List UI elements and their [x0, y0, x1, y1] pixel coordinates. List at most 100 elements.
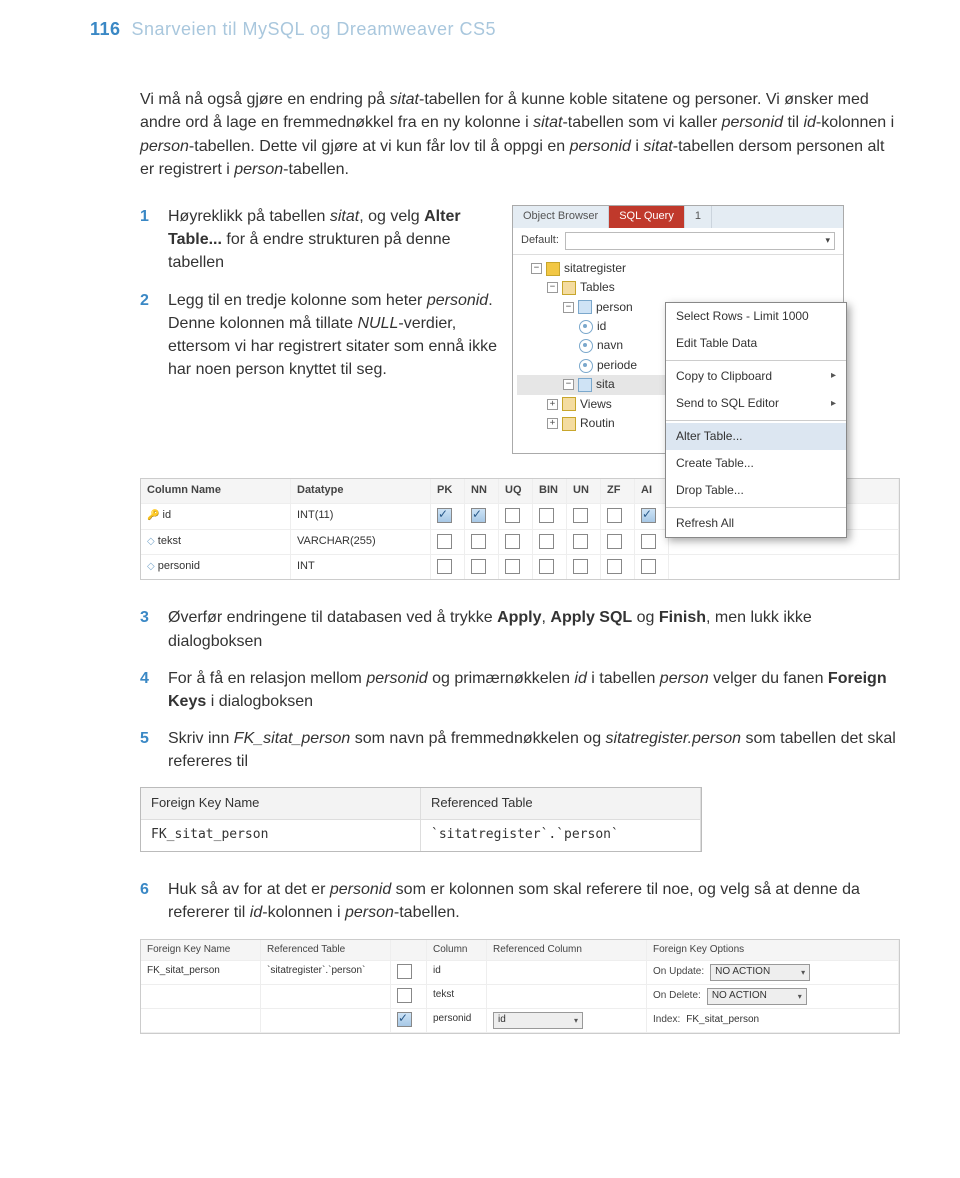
- text: i tabellen: [587, 670, 660, 687]
- fkw-refcol-cell: [487, 961, 647, 985]
- checkbox-pk[interactable]: [437, 534, 452, 549]
- checkbox-uq[interactable]: [505, 508, 520, 523]
- default-cell[interactable]: [669, 555, 899, 579]
- checkbox-ai[interactable]: [641, 559, 656, 574]
- fk-name-cell[interactable]: FK_sitat_person: [141, 820, 421, 851]
- tab-col-number: 1: [685, 206, 712, 228]
- page-header: 116 Snarveien til MySQL og Dreamweaver C…: [0, 0, 960, 72]
- bold: Apply: [497, 609, 541, 626]
- checkbox-pk[interactable]: [437, 559, 452, 574]
- on-delete-dropdown[interactable]: NO ACTION▾: [707, 988, 807, 1005]
- value: NO ACTION: [712, 989, 767, 1004]
- tab-sql-query[interactable]: SQL Query: [609, 206, 685, 228]
- key-icon: 🔑: [147, 510, 159, 521]
- step-5: 5 Skriv inn FK_sitat_person som navn på …: [140, 727, 900, 773]
- default-schema-dropdown[interactable]: ▾: [565, 232, 835, 250]
- menu-drop-table[interactable]: Drop Table...: [666, 477, 846, 504]
- checkbox-bin[interactable]: [539, 508, 554, 523]
- fkw-header-fkopts: Foreign Key Options: [647, 940, 899, 962]
- checkbox-uq[interactable]: [505, 559, 520, 574]
- fkw-reftable[interactable]: `sitatregister`.`person`: [261, 961, 391, 985]
- menu-create-table[interactable]: Create Table...: [666, 450, 846, 477]
- checkbox-col-id[interactable]: [397, 964, 412, 979]
- value: id: [498, 1013, 506, 1028]
- checkbox-un[interactable]: [573, 559, 588, 574]
- text: Skriv inn: [168, 730, 234, 747]
- checkbox-nn[interactable]: [471, 508, 486, 523]
- intro-paragraph: Vi må nå også gjøre en endring på sitat -…: [140, 88, 900, 181]
- folder-icon: [562, 397, 576, 411]
- fk-reftable-cell[interactable]: `sitatregister`.`person`: [421, 820, 701, 851]
- text: -tabellen.: [283, 161, 349, 178]
- checkbox-zf[interactable]: [607, 559, 622, 574]
- cell: [261, 1009, 391, 1033]
- on-delete-label: On Delete:: [653, 989, 701, 1004]
- label: sita: [596, 376, 615, 393]
- collapse-icon[interactable]: [563, 302, 574, 313]
- menu-refresh-all[interactable]: Refresh All: [666, 510, 846, 537]
- table-icon: [578, 378, 592, 392]
- collapse-icon[interactable]: [531, 263, 542, 274]
- text: Høyreklikk på tabellen: [168, 208, 330, 225]
- em: sitat: [533, 114, 562, 131]
- fk-wide-grid: Foreign Key Name Referenced Table Column…: [140, 939, 900, 1035]
- on-update-dropdown[interactable]: NO ACTION▾: [710, 964, 810, 981]
- expand-icon[interactable]: [547, 399, 558, 410]
- fk-simple-grid: Foreign Key Name Referenced Table FK_sit…: [140, 787, 702, 852]
- menu-separator: [666, 507, 846, 508]
- menu-send-sql-editor[interactable]: Send to SQL Editor: [666, 390, 846, 417]
- menu-copy-clipboard[interactable]: Copy to Clipboard: [666, 363, 846, 390]
- text: i dialogboksen: [206, 693, 313, 710]
- step-number: 2: [140, 289, 149, 312]
- checkbox-zf[interactable]: [607, 508, 622, 523]
- tab-object-browser[interactable]: Object Browser: [513, 206, 609, 228]
- em: person: [140, 138, 189, 155]
- checkbox-ai[interactable]: [641, 508, 656, 523]
- checkbox-un[interactable]: [573, 534, 588, 549]
- text: i: [631, 138, 643, 155]
- column-icon: ◇: [147, 561, 155, 572]
- checkbox-zf[interactable]: [607, 534, 622, 549]
- col-header: PK: [431, 479, 465, 503]
- column-row[interactable]: ◇ personid INT: [141, 554, 899, 579]
- label: Tables: [580, 279, 615, 296]
- menu-alter-table[interactable]: Alter Table...: [666, 423, 846, 450]
- menu-separator: [666, 420, 846, 421]
- refcol-dropdown[interactable]: id▾: [493, 1012, 583, 1029]
- em: sitat: [643, 138, 672, 155]
- menu-edit-table-data[interactable]: Edit Table Data: [666, 330, 846, 357]
- page-number: 116: [90, 19, 121, 39]
- checkbox-col-tekst[interactable]: [397, 988, 412, 1003]
- col-header: ZF: [601, 479, 635, 503]
- collapse-icon[interactable]: [547, 282, 558, 293]
- col-header: UN: [567, 479, 601, 503]
- step-number: 6: [140, 878, 149, 901]
- expand-icon[interactable]: [547, 418, 558, 429]
- checkbox-bin[interactable]: [539, 534, 554, 549]
- collapse-icon[interactable]: [563, 379, 574, 390]
- col-header: UQ: [499, 479, 533, 503]
- em: person: [660, 670, 709, 687]
- checkbox-ai[interactable]: [641, 534, 656, 549]
- step-number: 1: [140, 205, 149, 228]
- bold: Finish: [659, 609, 706, 626]
- checkbox-pk[interactable]: [437, 508, 452, 523]
- step-number: 3: [140, 606, 149, 629]
- em: sitat: [390, 91, 419, 108]
- cell: [141, 1009, 261, 1033]
- fkw-header-refcol: Referenced Column: [487, 940, 647, 962]
- checkbox-nn[interactable]: [471, 534, 486, 549]
- tree-tables-folder[interactable]: Tables: [517, 278, 839, 297]
- fkw-header-chk: [391, 940, 427, 962]
- checkbox-uq[interactable]: [505, 534, 520, 549]
- fkw-fkname[interactable]: FK_sitat_person: [141, 961, 261, 985]
- em: NULL: [357, 315, 398, 332]
- checkbox-col-personid[interactable]: [397, 1012, 412, 1027]
- checkbox-nn[interactable]: [471, 559, 486, 574]
- menu-select-rows[interactable]: Select Rows - Limit 1000: [666, 303, 846, 330]
- text: Vi må nå også gjøre en endring på: [140, 91, 390, 108]
- checkbox-bin[interactable]: [539, 559, 554, 574]
- checkbox-un[interactable]: [573, 508, 588, 523]
- fk-header-name: Foreign Key Name: [141, 788, 421, 819]
- tree-schema[interactable]: sitatregister: [517, 259, 839, 278]
